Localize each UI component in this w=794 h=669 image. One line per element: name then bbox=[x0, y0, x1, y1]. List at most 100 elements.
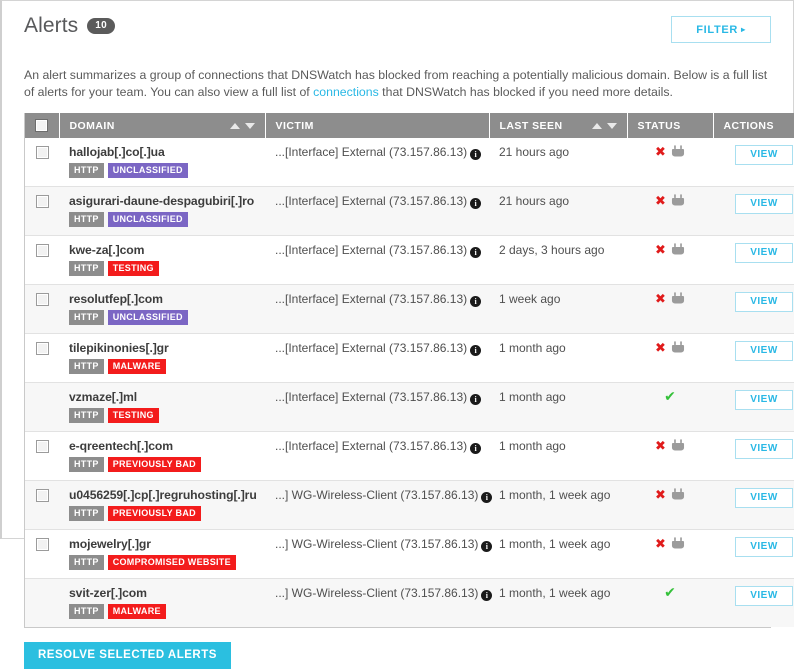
domain-tag-list: HTTPUNCLASSIFIED bbox=[69, 212, 255, 227]
info-icon[interactable]: i bbox=[470, 198, 481, 209]
row-select-cell bbox=[25, 186, 59, 235]
info-icon[interactable]: i bbox=[470, 149, 481, 160]
status-cell: ✖ bbox=[627, 529, 713, 578]
info-icon[interactable]: i bbox=[470, 394, 481, 405]
row-select-cell bbox=[25, 235, 59, 284]
row-select-checkbox[interactable] bbox=[36, 538, 49, 551]
row-select-cell bbox=[25, 529, 59, 578]
domain-tag-list: HTTPPREVIOUSLY BAD bbox=[69, 457, 255, 472]
title-group: Alerts 10 bbox=[24, 15, 115, 37]
victim-text: ...] WG-Wireless-Client (73.157.86.13) bbox=[275, 586, 478, 600]
domain-name: u0456259[.]cp[.]regruhosting[.]ru bbox=[69, 488, 255, 502]
view-button[interactable]: VIEW bbox=[735, 537, 793, 557]
last-seen-cell: 21 hours ago bbox=[489, 138, 627, 187]
domain-cell: vzmaze[.]mlHTTPTESTING bbox=[59, 382, 265, 431]
victim-text: ...[Interface] External (73.157.86.13) bbox=[275, 390, 467, 404]
info-icon[interactable]: i bbox=[470, 443, 481, 454]
info-icon[interactable]: i bbox=[470, 296, 481, 307]
view-button[interactable]: VIEW bbox=[735, 341, 793, 361]
connections-link[interactable]: connections bbox=[313, 85, 379, 99]
row-select-checkbox[interactable] bbox=[36, 195, 49, 208]
domain-cell: asigurari-daune-despagubiri[.]roHTTPUNCL… bbox=[59, 186, 265, 235]
view-button[interactable]: VIEW bbox=[735, 586, 793, 606]
info-icon[interactable]: i bbox=[481, 541, 492, 552]
victim-text: ...[Interface] External (73.157.86.13) bbox=[275, 341, 467, 355]
domain-name: hallojab[.]co[.]ua bbox=[69, 145, 255, 159]
info-icon[interactable]: i bbox=[481, 492, 492, 503]
filter-button[interactable]: FILTER ▸ bbox=[671, 16, 771, 43]
plug-icon bbox=[671, 292, 685, 306]
sort-descending-icon[interactable] bbox=[245, 123, 255, 129]
column-actions: ACTIONS bbox=[713, 114, 794, 138]
view-button[interactable]: VIEW bbox=[735, 439, 793, 459]
row-select-checkbox[interactable] bbox=[36, 342, 49, 355]
domain-tag: HTTP bbox=[69, 163, 104, 178]
actions-cell: VIEW bbox=[713, 578, 794, 627]
status-cell: ✖ bbox=[627, 284, 713, 333]
victim-text: ...[Interface] External (73.157.86.13) bbox=[275, 145, 467, 159]
domain-cell: kwe-za[.]comHTTPTESTING bbox=[59, 235, 265, 284]
view-button[interactable]: VIEW bbox=[735, 488, 793, 508]
x-icon: ✖ bbox=[655, 538, 666, 551]
plug-icon bbox=[671, 194, 685, 208]
status-cell: ✖ bbox=[627, 333, 713, 382]
info-icon[interactable]: i bbox=[481, 590, 492, 601]
domain-tag: HTTP bbox=[69, 506, 104, 521]
plug-icon bbox=[671, 439, 685, 453]
row-select-cell bbox=[25, 284, 59, 333]
column-domain-label: DOMAIN bbox=[70, 120, 115, 132]
domain-tag: UNCLASSIFIED bbox=[108, 212, 188, 227]
domain-name: tilepikinonies[.]gr bbox=[69, 341, 255, 355]
actions-cell: VIEW bbox=[713, 235, 794, 284]
select-all-checkbox[interactable] bbox=[35, 119, 48, 132]
status-badge: ✔ bbox=[664, 390, 676, 404]
check-icon: ✔ bbox=[664, 390, 676, 404]
table-row: vzmaze[.]mlHTTPTESTING ...[Interface] Ext… bbox=[25, 382, 794, 431]
domain-tag: UNCLASSIFIED bbox=[108, 163, 188, 178]
page-content: Alerts 10 FILTER ▸ An alert summarizes a… bbox=[2, 1, 793, 628]
alerts-table-container: DOMAIN VICTIM LA bbox=[24, 113, 771, 628]
row-select-checkbox[interactable] bbox=[36, 146, 49, 159]
info-icon[interactable]: i bbox=[470, 247, 481, 258]
actions-cell: VIEW bbox=[713, 480, 794, 529]
sort-ascending-icon[interactable] bbox=[230, 123, 240, 129]
column-status: STATUS bbox=[627, 114, 713, 138]
status-badge: ✖ bbox=[655, 243, 685, 257]
victim-cell: ...] WG-Wireless-Client (73.157.86.13)i bbox=[265, 480, 489, 529]
domain-tag: HTTP bbox=[69, 408, 104, 423]
table-row: kwe-za[.]comHTTPTESTING ...[Interface] Ex… bbox=[25, 235, 794, 284]
domain-sort-controls bbox=[218, 123, 255, 129]
row-select-cell bbox=[25, 578, 59, 627]
row-select-checkbox[interactable] bbox=[36, 440, 49, 453]
plug-icon bbox=[671, 243, 685, 257]
status-cell: ✖ bbox=[627, 186, 713, 235]
row-select-checkbox[interactable] bbox=[36, 244, 49, 257]
info-icon[interactable]: i bbox=[470, 345, 481, 356]
column-status-label: STATUS bbox=[638, 120, 681, 132]
actions-cell: VIEW bbox=[713, 284, 794, 333]
plug-icon bbox=[671, 145, 685, 159]
status-badge: ✖ bbox=[655, 145, 685, 159]
victim-cell: ...[Interface] External (73.157.86.13)i bbox=[265, 138, 489, 187]
column-last-seen-label: LAST SEEN bbox=[500, 120, 563, 132]
x-icon: ✖ bbox=[655, 293, 666, 306]
domain-cell: resolutfep[.]comHTTPUNCLASSIFIED bbox=[59, 284, 265, 333]
view-button[interactable]: VIEW bbox=[735, 194, 793, 214]
sort-descending-icon[interactable] bbox=[607, 123, 617, 129]
sort-ascending-icon[interactable] bbox=[592, 123, 602, 129]
status-cell: ✔ bbox=[627, 382, 713, 431]
resolve-selected-alerts-button[interactable]: RESOLVE SELECTED ALERTS bbox=[24, 642, 231, 669]
view-button[interactable]: VIEW bbox=[735, 243, 793, 263]
view-button[interactable]: VIEW bbox=[735, 390, 793, 410]
domain-tag: HTTP bbox=[69, 359, 104, 374]
row-select-checkbox[interactable] bbox=[36, 293, 49, 306]
domain-tag: HTTP bbox=[69, 457, 104, 472]
x-icon: ✖ bbox=[655, 440, 666, 453]
plug-icon bbox=[671, 488, 685, 502]
victim-text: ...[Interface] External (73.157.86.13) bbox=[275, 243, 467, 257]
last-seen-cell: 1 month, 1 week ago bbox=[489, 480, 627, 529]
view-button[interactable]: VIEW bbox=[735, 292, 793, 312]
row-select-checkbox[interactable] bbox=[36, 489, 49, 502]
plug-icon bbox=[671, 537, 685, 551]
view-button[interactable]: VIEW bbox=[735, 145, 793, 165]
